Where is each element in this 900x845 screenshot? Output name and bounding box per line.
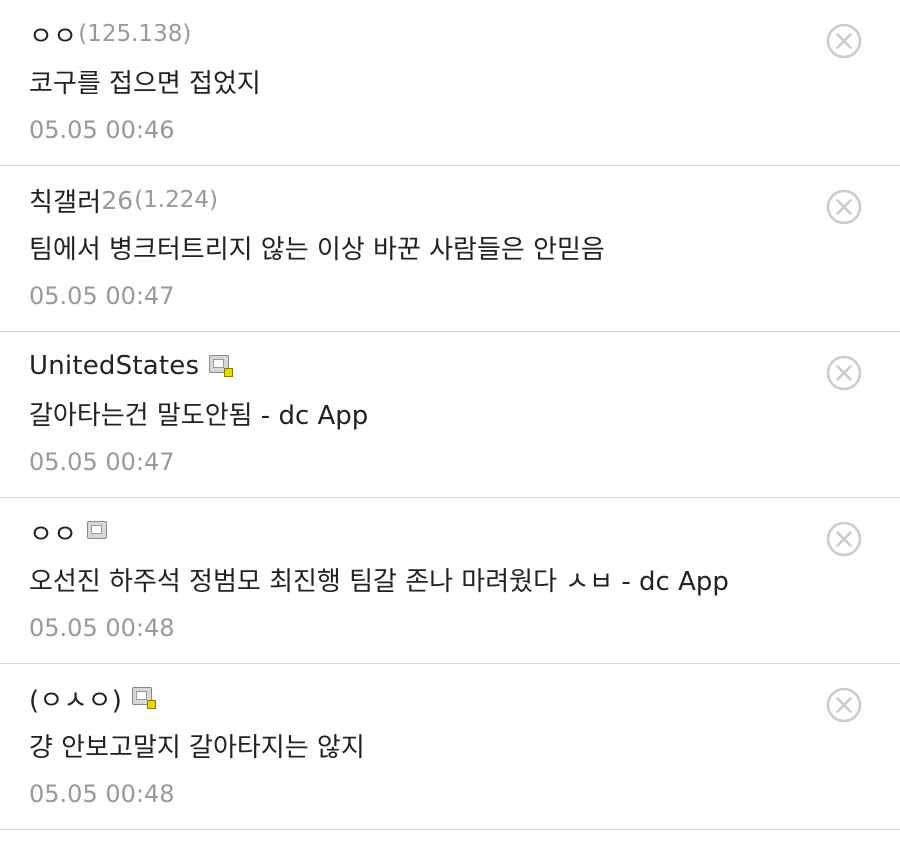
comment-item: UnitedStates 갈아타는건 말도안됨 - dc App 05.05 0…	[0, 332, 900, 498]
comment-timestamp: 05.05 00:47	[29, 282, 175, 310]
close-circle-icon	[826, 355, 862, 391]
comment-author: UnitedStates	[29, 348, 234, 384]
badge-dot	[147, 700, 157, 709]
badge-dot	[224, 368, 234, 377]
close-circle-icon	[826, 521, 862, 557]
comment-nickname[interactable]: (ㅇㅅㅇ)	[29, 680, 122, 717]
delete-comment-button[interactable]	[826, 521, 862, 557]
comment-timestamp: 05.05 00:47	[29, 448, 175, 476]
delete-comment-button[interactable]	[826, 355, 862, 391]
close-circle-icon	[826, 23, 862, 59]
comment-nickname[interactable]: ㅇㅇ	[29, 16, 77, 53]
gallery-member-icon	[87, 521, 111, 543]
comment-text: 걍 안보고말지 갈아타지는 않지	[29, 733, 365, 763]
comment-nickname[interactable]: 칙갤러	[29, 182, 101, 219]
comment-author: 칙갤러 26 (1.224)	[29, 182, 218, 218]
comment-text: 팀에서 병크터트리지 않는 이상 바꾼 사람들은 안믿음	[29, 235, 605, 265]
comment-level: 26	[101, 185, 134, 215]
comment-timestamp: 05.05 00:48	[29, 614, 175, 642]
comment-item: 칙갤러 26 (1.224) 팀에서 병크터트리지 않는 이상 바꾼 사람들은 …	[0, 166, 900, 332]
delete-comment-button[interactable]	[826, 189, 862, 225]
comment-ip: (125.138)	[78, 21, 192, 47]
close-circle-icon	[826, 687, 862, 723]
comment-text: 오선진 하주석 정범모 최진행 팀갈 존나 마려웠다 ㅅㅂ - dc App	[29, 567, 729, 597]
comment-item: (ㅇㅅㅇ) 걍 안보고말지 갈아타지는 않지 05.05 00:48	[0, 664, 900, 830]
comment-item: ㅇㅇ 오선진 하주석 정범모 최진행 팀갈 존나 마려웠다 ㅅㅂ - dc Ap…	[0, 498, 900, 664]
close-circle-icon	[826, 189, 862, 225]
comment-item: ㅇㅇ (125.138) 코구를 접으면 접었지 05.05 00:46	[0, 0, 900, 166]
comment-author: (ㅇㅅㅇ)	[29, 680, 157, 717]
comment-ip: (1.224)	[134, 187, 218, 213]
comment-author: ㅇㅇ	[29, 514, 111, 550]
comment-list: ㅇㅇ (125.138) 코구를 접으면 접었지 05.05 00:46 칙갤러…	[0, 0, 900, 830]
comment-nickname[interactable]: UnitedStates	[29, 351, 199, 381]
comment-nickname[interactable]: ㅇㅇ	[29, 514, 77, 551]
gallery-member-icon	[132, 687, 157, 709]
comment-author: ㅇㅇ (125.138)	[29, 16, 191, 52]
comment-timestamp: 05.05 00:46	[29, 116, 175, 144]
comment-text: 갈아타는건 말도안됨 - dc App	[29, 401, 369, 431]
delete-comment-button[interactable]	[826, 687, 862, 723]
comment-timestamp: 05.05 00:48	[29, 780, 175, 808]
gallery-member-icon	[209, 355, 234, 377]
comment-text: 코구를 접으면 접었지	[29, 69, 261, 99]
delete-comment-button[interactable]	[826, 23, 862, 59]
